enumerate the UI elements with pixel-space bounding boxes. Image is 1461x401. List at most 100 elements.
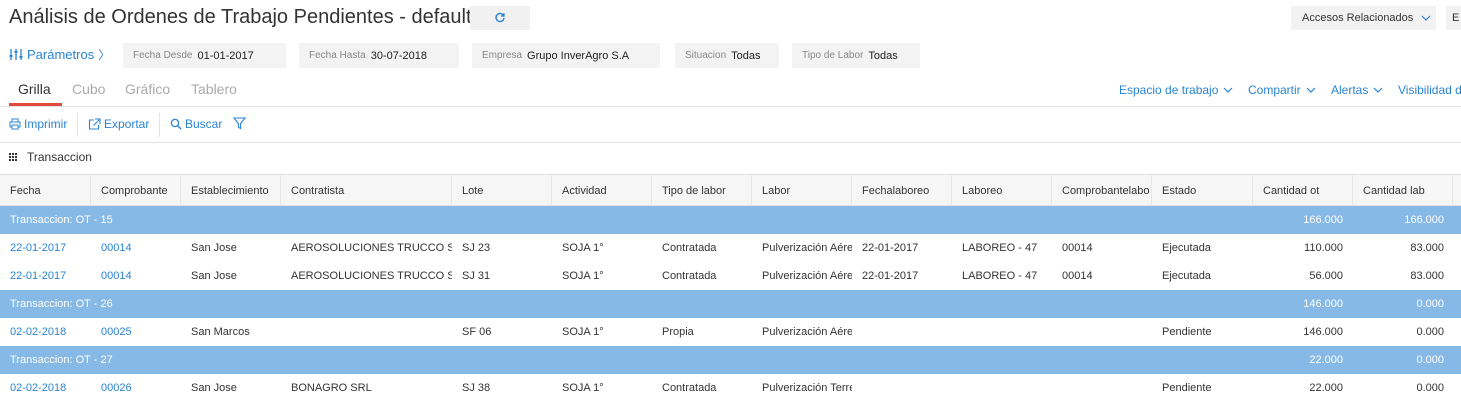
group-total-cantidad-ot: 22.000 xyxy=(1309,354,1343,366)
cell-fecha[interactable]: 22-01-2017 xyxy=(10,234,91,262)
cell-actividad: SOJA 1° xyxy=(562,242,604,254)
cell-lote: SJ 23 xyxy=(462,242,491,254)
group-row[interactable]: Transaccion: OT - 15 166.000 166.000 xyxy=(0,206,1461,234)
chip-value: 01-01-2017 xyxy=(197,49,254,62)
tab-tablero[interactable]: Tablero xyxy=(191,81,237,97)
group-row[interactable]: Transaccion: OT - 27 22.000 0.000 xyxy=(0,346,1461,374)
active-tab-indicator xyxy=(9,103,62,106)
cell-contratista xyxy=(291,318,452,346)
group-total-cantidad-lab: 166.000 xyxy=(1404,214,1444,226)
table-row[interactable]: 02-02-2018 00026 San Jose BONAGRO SRL SJ… xyxy=(0,374,1461,401)
cell-comprobante[interactable]: 00025 xyxy=(101,318,181,346)
external-link-icon xyxy=(88,118,101,130)
printer-icon xyxy=(9,118,21,130)
print-button[interactable]: Imprimir xyxy=(9,117,67,131)
chip-label: Fecha Desde xyxy=(133,50,193,61)
cell-comprobante[interactable]: 00026 xyxy=(101,374,181,401)
visibilidad-menu[interactable]: Visibilidad d xyxy=(1398,83,1461,97)
column-header[interactable]: Lote xyxy=(452,175,552,207)
group-by-label: Transaccion xyxy=(27,150,92,164)
cell-establecimiento: San Marcos xyxy=(191,326,250,338)
cell-labor: Pulverización Aérea xyxy=(762,242,852,254)
column-header[interactable]: Comprobante xyxy=(91,175,181,207)
cell-comprobante[interactable]: 00014 xyxy=(101,234,181,262)
drag-handle-icon[interactable] xyxy=(9,153,17,161)
column-header[interactable]: Fecha xyxy=(0,175,91,207)
group-row[interactable]: Transaccion: OT - 26 146.000 0.000 xyxy=(0,290,1461,318)
view-tabs: Grilla Cubo Gráfico Tablero Espacio de t… xyxy=(0,76,1461,107)
cell-cantidad-lab: 83.000 xyxy=(1410,270,1444,282)
cell-fecha[interactable]: 02-02-2018 xyxy=(10,374,91,401)
cell-fecha[interactable]: 02-02-2018 xyxy=(10,318,91,346)
column-header[interactable]: Actividad xyxy=(552,175,652,207)
accesos-relacionados-dropdown[interactable]: Accesos Relacionados xyxy=(1291,6,1436,30)
cell-actividad: SOJA 1° xyxy=(562,270,604,282)
table-header-row: Fecha Comprobante Establecimiento Contra… xyxy=(0,174,1461,207)
table-row[interactable]: 02-02-2018 00025 San Marcos SF 06 SOJA 1… xyxy=(0,318,1461,346)
cell-lote: SJ 31 xyxy=(462,270,491,282)
chip-value: Grupo InverAgro S.A xyxy=(527,49,630,62)
table-row[interactable]: 22-01-2017 00014 San Jose AEROSOLUCIONES… xyxy=(0,262,1461,290)
cell-labor: Pulverización Aérea xyxy=(762,270,852,282)
espacio-de-trabajo-menu[interactable]: Espacio de trabajo xyxy=(1119,83,1233,97)
accesos-label: Accesos Relacionados xyxy=(1302,12,1414,24)
menu-label: Compartir xyxy=(1248,83,1301,97)
chip-fecha-desde[interactable]: Fecha Desde 01-01-2017 xyxy=(123,43,286,68)
chip-label: Situacion xyxy=(685,50,727,61)
column-header[interactable]: Comprobantelabo xyxy=(1052,175,1152,207)
column-header[interactable]: Fechalaboreo xyxy=(852,175,952,207)
cell-fechalaboreo xyxy=(862,318,952,346)
column-header[interactable]: Laboreo xyxy=(952,175,1052,207)
column-header[interactable]: Tipo de labor xyxy=(652,175,752,207)
chevron-right-icon: 〉 xyxy=(98,48,111,62)
grid-toolbar: Imprimir Exportar Buscar xyxy=(0,107,1461,143)
chip-fecha-hasta[interactable]: Fecha Hasta 30-07-2018 xyxy=(299,43,459,68)
cell-laboreo xyxy=(962,318,1052,346)
cell-laboreo: LABOREO - 47 xyxy=(962,242,1038,254)
search-button[interactable]: Buscar xyxy=(170,117,222,131)
chip-value: 30-07-2018 xyxy=(370,49,427,62)
cell-comprobantelabo xyxy=(1062,318,1152,346)
cell-fechalaboreo: 22-01-2017 xyxy=(862,242,919,254)
column-header[interactable]: Establecimiento xyxy=(181,175,281,207)
export-button[interactable]: Exportar xyxy=(88,117,149,131)
more-button[interactable]: E xyxy=(1446,6,1461,30)
cell-comprobante[interactable]: 00014 xyxy=(101,262,181,290)
chevron-down-icon xyxy=(1223,87,1233,93)
column-header[interactable]: Cantidad ot xyxy=(1253,175,1353,207)
refresh-button[interactable] xyxy=(470,6,530,30)
filter-button[interactable] xyxy=(233,117,246,130)
column-header[interactable]: Labor xyxy=(752,175,852,207)
refresh-icon xyxy=(495,12,505,23)
tab-grilla[interactable]: Grilla xyxy=(18,81,51,97)
cell-tipo-labor: Contratada xyxy=(662,242,717,254)
column-header[interactable]: Estado xyxy=(1152,175,1253,207)
alertas-menu[interactable]: Alertas xyxy=(1331,83,1383,97)
cell-estado: Pendiente xyxy=(1162,326,1212,338)
tab-cubo[interactable]: Cubo xyxy=(72,81,105,97)
chip-tipo-de-labor[interactable]: Tipo de Labor Todas xyxy=(792,43,920,68)
search-icon xyxy=(170,118,182,130)
cell-tipo-labor: Contratada xyxy=(662,270,717,282)
group-total-cantidad-lab: 0.000 xyxy=(1416,298,1444,310)
cell-laboreo xyxy=(962,374,1052,401)
cell-estado: Ejecutada xyxy=(1162,242,1211,254)
cell-fecha[interactable]: 22-01-2017 xyxy=(10,262,91,290)
chip-empresa[interactable]: Empresa Grupo InverAgro S.A xyxy=(472,43,660,68)
data-grid: Fecha Comprobante Establecimiento Contra… xyxy=(0,174,1461,401)
column-header[interactable]: Contratista xyxy=(281,175,452,207)
chevron-down-icon xyxy=(1373,87,1383,93)
cell-contratista: BONAGRO SRL xyxy=(291,382,372,394)
menu-label: Visibilidad d xyxy=(1398,83,1461,97)
column-header[interactable]: Cantidad lab xyxy=(1353,175,1453,207)
cell-cantidad-ot: 56.000 xyxy=(1309,270,1343,282)
group-total-cantidad-ot: 146.000 xyxy=(1303,298,1343,310)
chip-situacion[interactable]: Situacion Todas xyxy=(675,43,779,68)
cell-cantidad-lab: 0.000 xyxy=(1416,382,1444,394)
parametros-link[interactable]: Parámetros 〉 xyxy=(9,46,110,63)
compartir-menu[interactable]: Compartir xyxy=(1248,83,1316,97)
tab-grafico[interactable]: Gráfico xyxy=(125,81,170,97)
chevron-down-icon xyxy=(1421,15,1431,21)
cell-comprobantelabo: 00014 xyxy=(1062,270,1093,282)
table-row[interactable]: 22-01-2017 00014 San Jose AEROSOLUCIONES… xyxy=(0,234,1461,262)
